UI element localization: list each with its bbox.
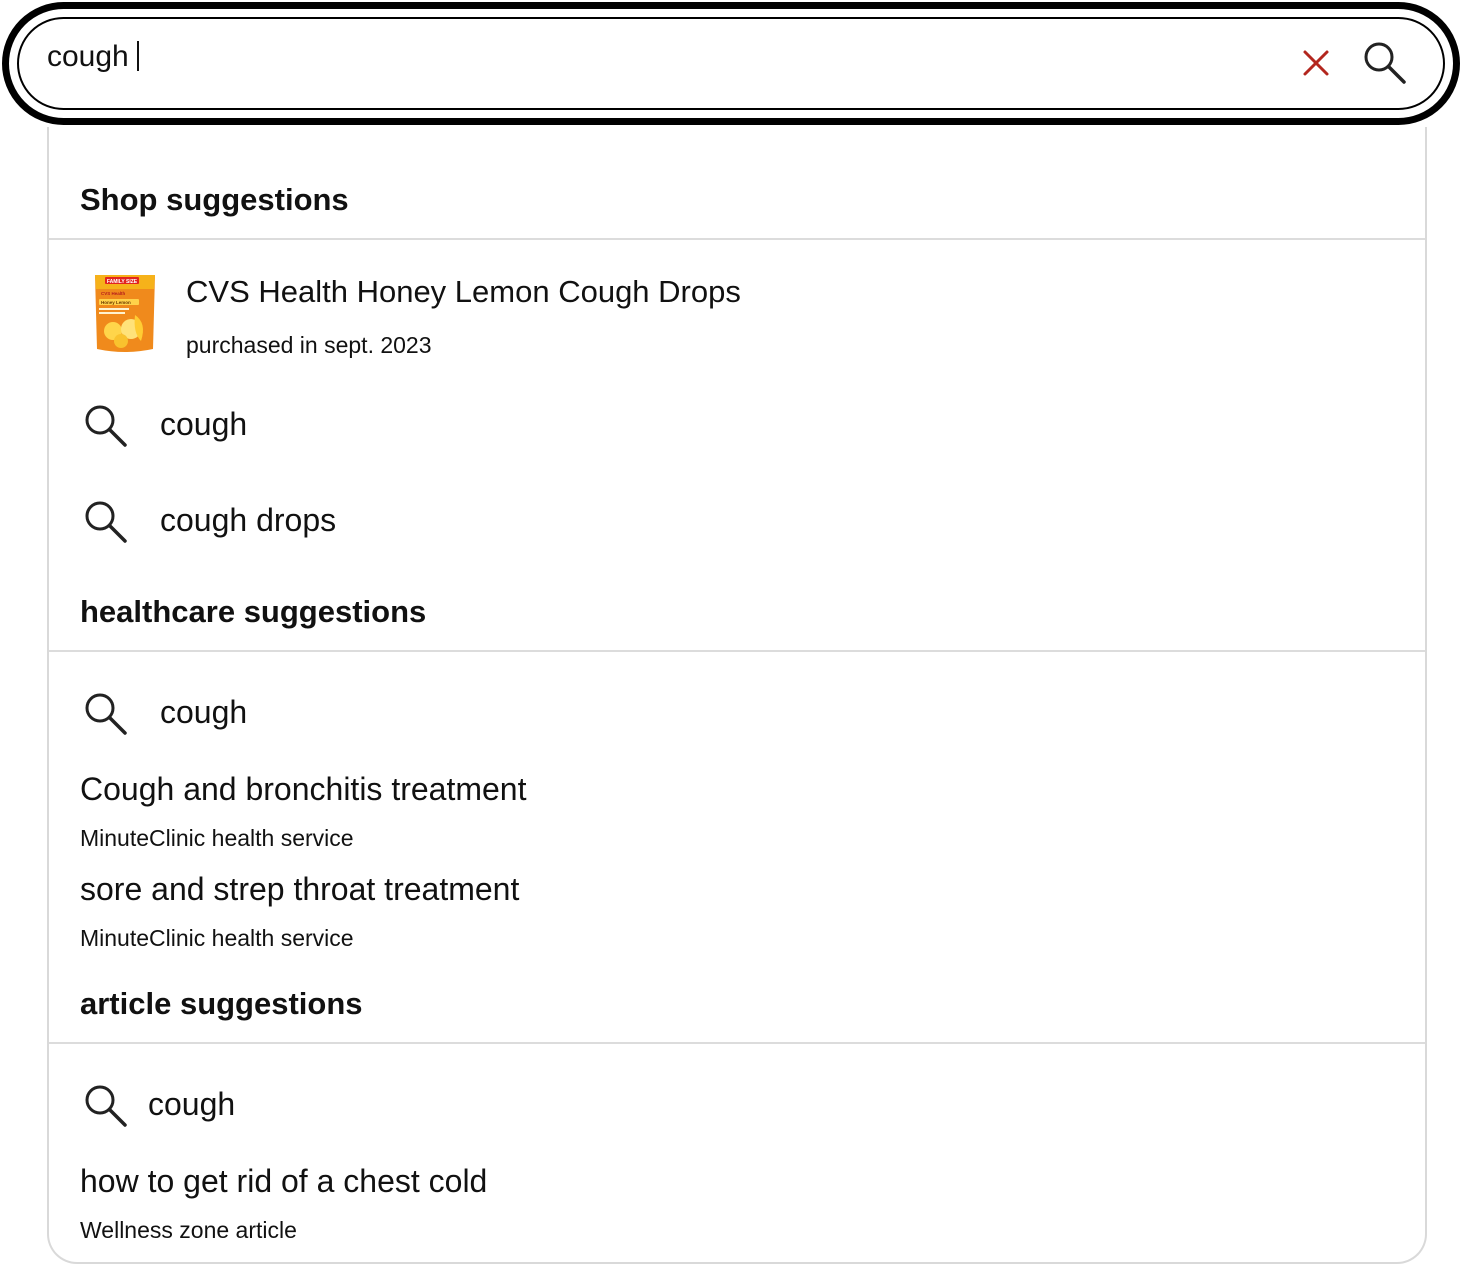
suggestion-label: cough drops (160, 502, 337, 538)
product-image-flavor: Honey Lemon (101, 300, 131, 305)
shop-suggestions-heading: Shop suggestions (80, 182, 349, 217)
article-subtitle: Wellness zone article (80, 1217, 297, 1243)
health-service-suggestion[interactable]: sore and strep throat treatment MinuteCl… (49, 867, 1425, 957)
product-purchase-date: purchased in sept. 2023 (186, 332, 432, 358)
search-suggestion[interactable]: cough drops (49, 489, 1425, 553)
article-suggestion[interactable]: how to get rid of a chest cold Wellness … (49, 1159, 1425, 1249)
search-query: cough (47, 40, 129, 73)
search-input-frame[interactable] (17, 17, 1445, 110)
close-icon[interactable] (1300, 47, 1332, 79)
search-bar[interactable]: cough (2, 2, 1460, 125)
suggestion-label: cough (160, 694, 248, 730)
divider (49, 1042, 1425, 1044)
product-image-label: FAMILY SIZE (107, 279, 138, 285)
text-cursor (136, 41, 139, 71)
service-subtitle: MinuteClinic health service (80, 825, 354, 851)
article-suggestions-heading: article suggestions (80, 986, 363, 1021)
divider (49, 650, 1425, 652)
suggestion-label: cough (160, 406, 248, 442)
suggestion-label: cough (148, 1086, 236, 1122)
suggestions-dropdown: Shop suggestions FAMILY SIZE CVS Health … (47, 127, 1427, 1264)
product-image-brand: CVS Health (101, 291, 126, 296)
search-icon[interactable] (1361, 39, 1409, 87)
search-icon (85, 501, 127, 543)
service-subtitle: MinuteClinic health service (80, 925, 354, 951)
service-title: sore and strep throat treatment (80, 871, 520, 907)
search-suggestion[interactable]: cough (49, 681, 1425, 745)
healthcare-suggestions-heading: healthcare suggestions (80, 594, 427, 629)
product-thumbnail: FAMILY SIZE CVS Health Honey Lemon (95, 275, 155, 352)
health-service-suggestion[interactable]: Cough and bronchitis treatment MinuteCli… (49, 767, 1425, 857)
search-icon (85, 405, 127, 447)
article-title: how to get rid of a chest cold (80, 1163, 488, 1199)
search-suggestion[interactable]: cough (49, 1073, 1425, 1137)
search-icon (85, 1085, 127, 1127)
search-suggestion[interactable]: cough (49, 393, 1425, 457)
divider (49, 238, 1425, 240)
search-icon (85, 693, 127, 735)
search-input[interactable]: cough (47, 39, 139, 75)
service-title: Cough and bronchitis treatment (80, 771, 527, 807)
product-suggestion[interactable]: FAMILY SIZE CVS Health Honey Lemon CVS H… (49, 253, 1425, 369)
product-name: CVS Health Honey Lemon Cough Drops (186, 274, 741, 309)
